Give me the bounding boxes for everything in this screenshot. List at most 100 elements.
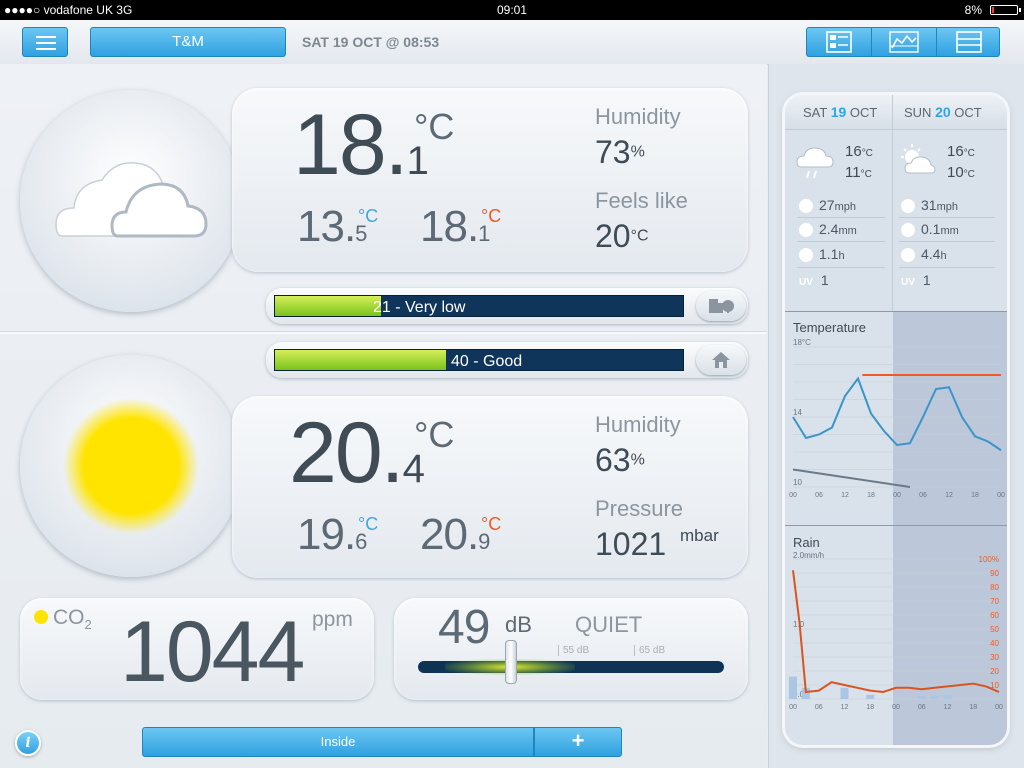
- indoor-temp-int: 20.: [289, 405, 405, 501]
- menu-button[interactable]: [22, 27, 68, 57]
- day1-wind: 27mph: [799, 197, 856, 214]
- status-bar: ●●●●○ vodafone UK 3G 09:01 8%: [0, 0, 1024, 20]
- sun-cloud-icon: [901, 144, 936, 174]
- uv-icon: UV: [799, 277, 813, 288]
- outdoor-location-button[interactable]: [696, 291, 746, 321]
- day1-label: SAT 19 OCT: [803, 104, 877, 120]
- day1-high-unit: °C: [861, 148, 873, 159]
- day1-uv-value: 1: [820, 272, 829, 288]
- outdoor-min-unit: °C: [358, 206, 379, 226]
- co2-label: CO2: [53, 606, 92, 632]
- rain-ytick-left: 2.0mm/h: [793, 551, 824, 560]
- indoor-humidity-unit: %: [630, 451, 645, 469]
- outdoor-air-quality-text: 21 - Very low: [373, 299, 466, 316]
- rain-bar: [943, 694, 952, 699]
- rain-xtick-label: 00: [892, 704, 900, 711]
- pressure-label: Pressure: [595, 496, 684, 521]
- outdoor-air-quality-fill: [275, 296, 382, 316]
- rain-ytick-right: 90: [990, 569, 999, 578]
- day2-wind-unit: mph: [936, 201, 958, 213]
- feels-like-unit: °C: [630, 227, 649, 245]
- indoor-air-quality-fill: [275, 350, 447, 370]
- wind-icon: [901, 199, 915, 214]
- temp-series-line: [792, 376, 1002, 452]
- hamburger-icon: [36, 36, 56, 38]
- day2-wind-value: 31: [921, 197, 937, 213]
- rain-ytick-right: 80: [990, 583, 999, 592]
- battery-icon: [990, 5, 1021, 15]
- inside-module-button[interactable]: Inside: [142, 727, 534, 757]
- temp-ytick-label: 18°C: [793, 338, 811, 347]
- noise-label: QUIET: [575, 612, 643, 637]
- add-module-button[interactable]: +: [534, 727, 622, 757]
- rain-ytick-right: 100%: [979, 555, 999, 564]
- fc-row-divider: [899, 241, 995, 242]
- outdoor-min-temp: 13.5: [297, 202, 367, 252]
- noise-unit: dB: [505, 612, 532, 637]
- day2-sun: 4.4h: [901, 246, 947, 263]
- noise-tick-55: 55 dB: [558, 645, 589, 656]
- day1-rain: 2.4mm: [799, 221, 857, 238]
- module-selector: Inside +: [142, 727, 622, 757]
- indoor-max-unit: °C: [481, 514, 502, 534]
- day1-low-unit: °C: [860, 169, 872, 180]
- outdoor-humidity: 73%: [595, 134, 645, 171]
- rain-cloud-icon: [796, 147, 834, 179]
- chart-section-divider-2: [785, 525, 1007, 526]
- indoor-weather-circle[interactable]: [20, 355, 242, 577]
- noise-tick-65: 65 dB: [634, 645, 665, 656]
- measurement-date: SAT 19 OCT @ 08:53: [302, 34, 440, 50]
- day2-rain-unit: mm: [940, 225, 959, 237]
- graph-icon: [889, 31, 919, 53]
- day2-low-unit: °C: [963, 169, 975, 180]
- clock: 09:01: [496, 3, 528, 17]
- graph-view-button[interactable]: [871, 28, 936, 56]
- fc-row-divider: [797, 241, 885, 242]
- temperature-chart-title: Temperature: [793, 320, 866, 335]
- outdoor-weather-circle[interactable]: [20, 90, 242, 312]
- day1-high: 16°C: [845, 143, 873, 160]
- temp-xtick-label: 06: [919, 492, 927, 499]
- day2-high-unit: °C: [963, 148, 975, 159]
- city-icon: [709, 299, 734, 313]
- indoor-location-button[interactable]: [696, 345, 746, 375]
- uv-icon: UV: [901, 277, 915, 288]
- raindrop-icon: [901, 223, 915, 238]
- rain-ytick-right: 70: [990, 597, 999, 606]
- rain-xtick-label: 12: [841, 704, 849, 711]
- rain-chart-title: Rain: [793, 535, 820, 550]
- rain-xtick-label: 06: [918, 704, 926, 711]
- day1-name: SAT: [803, 105, 828, 120]
- indoor-air-quality-text: 40 - Good: [451, 353, 523, 370]
- info-button[interactable]: i: [15, 730, 41, 756]
- outdoor-air-quality-bar: 21 - Very low: [274, 295, 684, 317]
- indoor-humidity-value: 63: [595, 442, 631, 478]
- fc-row-divider: [797, 267, 885, 268]
- wind-icon: [799, 199, 813, 214]
- indoor-min-unit: °C: [358, 514, 379, 534]
- day1-rain-value: 2.4: [819, 221, 839, 237]
- rain-ytick-right: 40: [990, 639, 999, 648]
- indoor-humidity: 63%: [595, 442, 645, 479]
- section-divider: [0, 331, 767, 334]
- temp-xtick-label: 18: [867, 492, 875, 499]
- rain-ytick-right: 20: [990, 667, 999, 676]
- day1-wind-unit: mph: [834, 201, 856, 213]
- temp-xtick-label: 06: [815, 492, 823, 499]
- outdoor-temp-int: 18.: [293, 97, 409, 193]
- forecast-card: SAT 19 OCT SUN 20 OCT 16°C 11°C 16°C 10°…: [785, 95, 1007, 745]
- rain-xtick-label: 18: [866, 704, 874, 711]
- dashboard-view-button[interactable]: [807, 28, 871, 56]
- chart-section-divider: [785, 311, 1007, 312]
- outdoor-temp-unit: °C: [414, 106, 455, 147]
- indoor-air-quality: 40 - Good: [266, 342, 748, 378]
- raindrop-icon: [799, 223, 813, 238]
- rain-bar: [840, 687, 849, 699]
- day2-uv: UV 1: [901, 272, 931, 288]
- indoor-humidity-label: Humidity: [595, 412, 681, 437]
- co2-label-sub: 2: [84, 617, 92, 633]
- table-view-button[interactable]: [936, 28, 1001, 56]
- station-selector-button[interactable]: T&M: [90, 27, 286, 57]
- sunshine-icon: [799, 248, 813, 263]
- temp-ytick-label: 14: [793, 408, 802, 417]
